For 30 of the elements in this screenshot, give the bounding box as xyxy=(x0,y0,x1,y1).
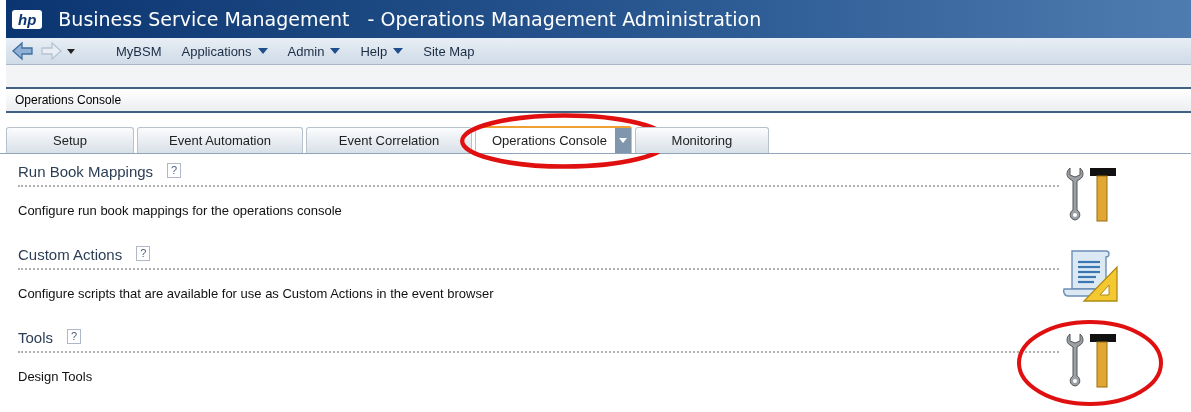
section-title[interactable]: Custom Actions xyxy=(18,246,123,263)
app-title: Business Service Management xyxy=(58,8,350,30)
tab[interactable]: Event Automation xyxy=(137,127,303,153)
section-description: Configure run book mappings for the operations console xyxy=(18,203,343,218)
section-description: Design Tools xyxy=(18,369,94,384)
hp-logo: hp xyxy=(12,9,43,29)
tab[interactable]: Setup xyxy=(6,127,134,153)
tab-menu-button[interactable] xyxy=(614,128,631,153)
help-icon[interactable]: ? xyxy=(67,329,82,344)
section-description: Configure scripts that are available for use as Custom Actions in the event browser xyxy=(18,286,495,301)
tab[interactable]: Monitoring xyxy=(634,127,769,153)
caret-icon xyxy=(618,138,627,143)
menu-item[interactable]: Applications xyxy=(171,43,278,59)
tab[interactable]: Operations Console xyxy=(475,126,632,153)
breadcrumb: Operations Console xyxy=(15,93,122,107)
help-icon[interactable]: ? xyxy=(136,246,151,261)
wrench-hammer-icon xyxy=(1064,166,1118,222)
back-arrow-icon[interactable] xyxy=(10,40,36,62)
menu-item[interactable]: Site Map xyxy=(413,43,485,59)
tab[interactable]: Event Correlation xyxy=(306,127,472,153)
caret-icon[interactable] xyxy=(66,47,76,55)
menu-item[interactable]: Admin xyxy=(277,43,351,59)
script-ruler-icon xyxy=(1062,249,1120,303)
help-icon[interactable]: ? xyxy=(167,163,182,178)
menu-item[interactable]: Help xyxy=(350,43,414,59)
wrench-hammer-icon xyxy=(1064,332,1118,388)
section-title[interactable]: Run Book Mappings xyxy=(18,163,154,180)
page-title: - Operations Management Administration xyxy=(367,8,762,30)
section-title[interactable]: Tools xyxy=(18,329,54,346)
menu-item[interactable]: MyBSM xyxy=(106,43,172,59)
